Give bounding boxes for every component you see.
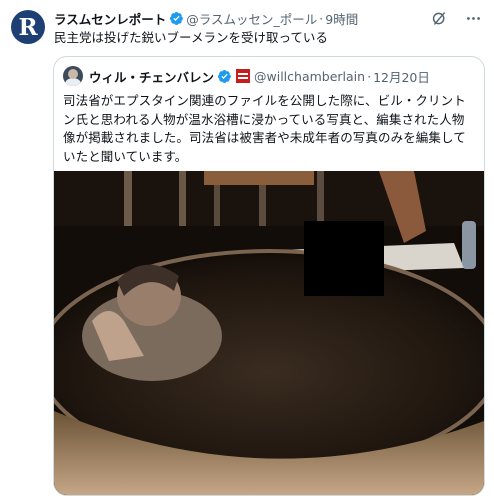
verified-badge-icon: [169, 11, 184, 26]
separator-dot: ·: [319, 10, 324, 26]
avatar-initial: R: [18, 13, 38, 41]
quote-author-handle[interactable]: @willchamberlain: [254, 69, 365, 84]
author-handle[interactable]: @ラスムッセン_ポール: [186, 9, 317, 28]
header-actions: [430, 9, 482, 27]
separator-dot: ·: [367, 68, 372, 84]
author-avatar[interactable]: R: [11, 10, 45, 44]
quoted-tweet[interactable]: ウィル・チェンバレン @willchamberlain · 12月20日 司法省…: [53, 56, 485, 496]
photo-illustration: [54, 171, 484, 495]
author-name[interactable]: ラスムセンレポート: [54, 9, 166, 28]
tweet-text: 民主党は投げた鋭いブーメランを受け取っている: [54, 30, 328, 45]
quote-text-line: ン氏と思われる人物が温水浴槽に浸かっている写真と、編集された人物: [63, 111, 465, 127]
quote-author-name[interactable]: ウィル・チェンバレン: [89, 67, 214, 86]
quote-text-line: 像が掲載されました。司法省は被害者や未成年者の写真のみを編集して: [63, 130, 466, 145]
quote-text-line: 司法省がエプスタイン関連のファイルを公開した際に、ビル・クリント: [63, 93, 466, 108]
tweet-header: ラスムセンレポート @ラスムッセン_ポール · 9時間: [54, 8, 482, 28]
quote-date[interactable]: 12月20日: [373, 67, 430, 86]
tweet-time[interactable]: 9時間: [325, 9, 358, 28]
quote-text: 司法省がエプスタイン関連のファイルを公開した際に、ビル・クリント ン氏と思われる…: [63, 92, 477, 166]
attached-photo[interactable]: [54, 171, 484, 495]
grok-icon[interactable]: [430, 9, 448, 27]
quote-text-line: いたと聞いています。: [63, 148, 188, 164]
flag-icon: [236, 69, 251, 83]
verified-badge-icon: [217, 69, 232, 84]
quote-author-avatar[interactable]: [63, 66, 83, 86]
quote-header: ウィル・チェンバレン @willchamberlain · 12月20日: [63, 66, 475, 86]
more-icon[interactable]: [464, 9, 482, 27]
